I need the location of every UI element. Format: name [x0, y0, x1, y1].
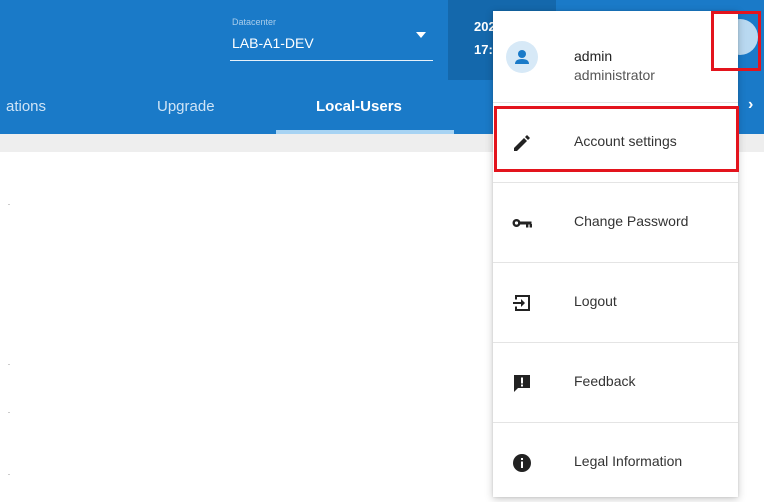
menu-item-label: Change Password	[574, 213, 689, 229]
highlight-box-avatar	[711, 11, 761, 71]
menu-item-feedback[interactable]: Feedback	[493, 342, 738, 422]
key-icon	[511, 212, 533, 234]
row-divider	[8, 204, 10, 205]
menu-item-label: Legal Information	[574, 453, 683, 469]
info-icon	[511, 452, 533, 474]
highlight-box-account-settings	[494, 106, 739, 172]
menu-item-label: Feedback	[574, 373, 636, 389]
logout-icon	[511, 292, 533, 314]
menu-item-logout[interactable]: Logout	[493, 262, 738, 342]
feedback-icon	[511, 372, 533, 394]
user-name: admin	[574, 48, 613, 64]
datacenter-select-value[interactable]: LAB-A1-DEV	[232, 35, 314, 51]
chevron-right-icon[interactable]: ›	[748, 96, 753, 114]
tab-upgrade[interactable]: Upgrade	[157, 80, 215, 134]
user-icon	[506, 41, 538, 73]
menu-item-change-password[interactable]: Change Password	[493, 182, 738, 262]
menu-item-legal-information[interactable]: Legal Information	[493, 422, 738, 502]
user-dropdown-menu: admin administrator Account settings Cha…	[493, 11, 738, 497]
row-divider	[8, 474, 10, 475]
row-divider	[8, 364, 10, 365]
menu-item-label: Logout	[574, 293, 617, 309]
tab-local-users[interactable]: Local-Users	[316, 80, 402, 134]
tab-applications[interactable]: ations	[6, 80, 46, 134]
chevron-down-icon[interactable]	[416, 32, 426, 38]
user-info-header: admin administrator	[493, 11, 738, 102]
user-role: administrator	[574, 67, 655, 83]
datacenter-label: Datacenter	[232, 17, 277, 27]
datacenter-select-underline	[230, 60, 433, 61]
row-divider	[8, 412, 10, 413]
